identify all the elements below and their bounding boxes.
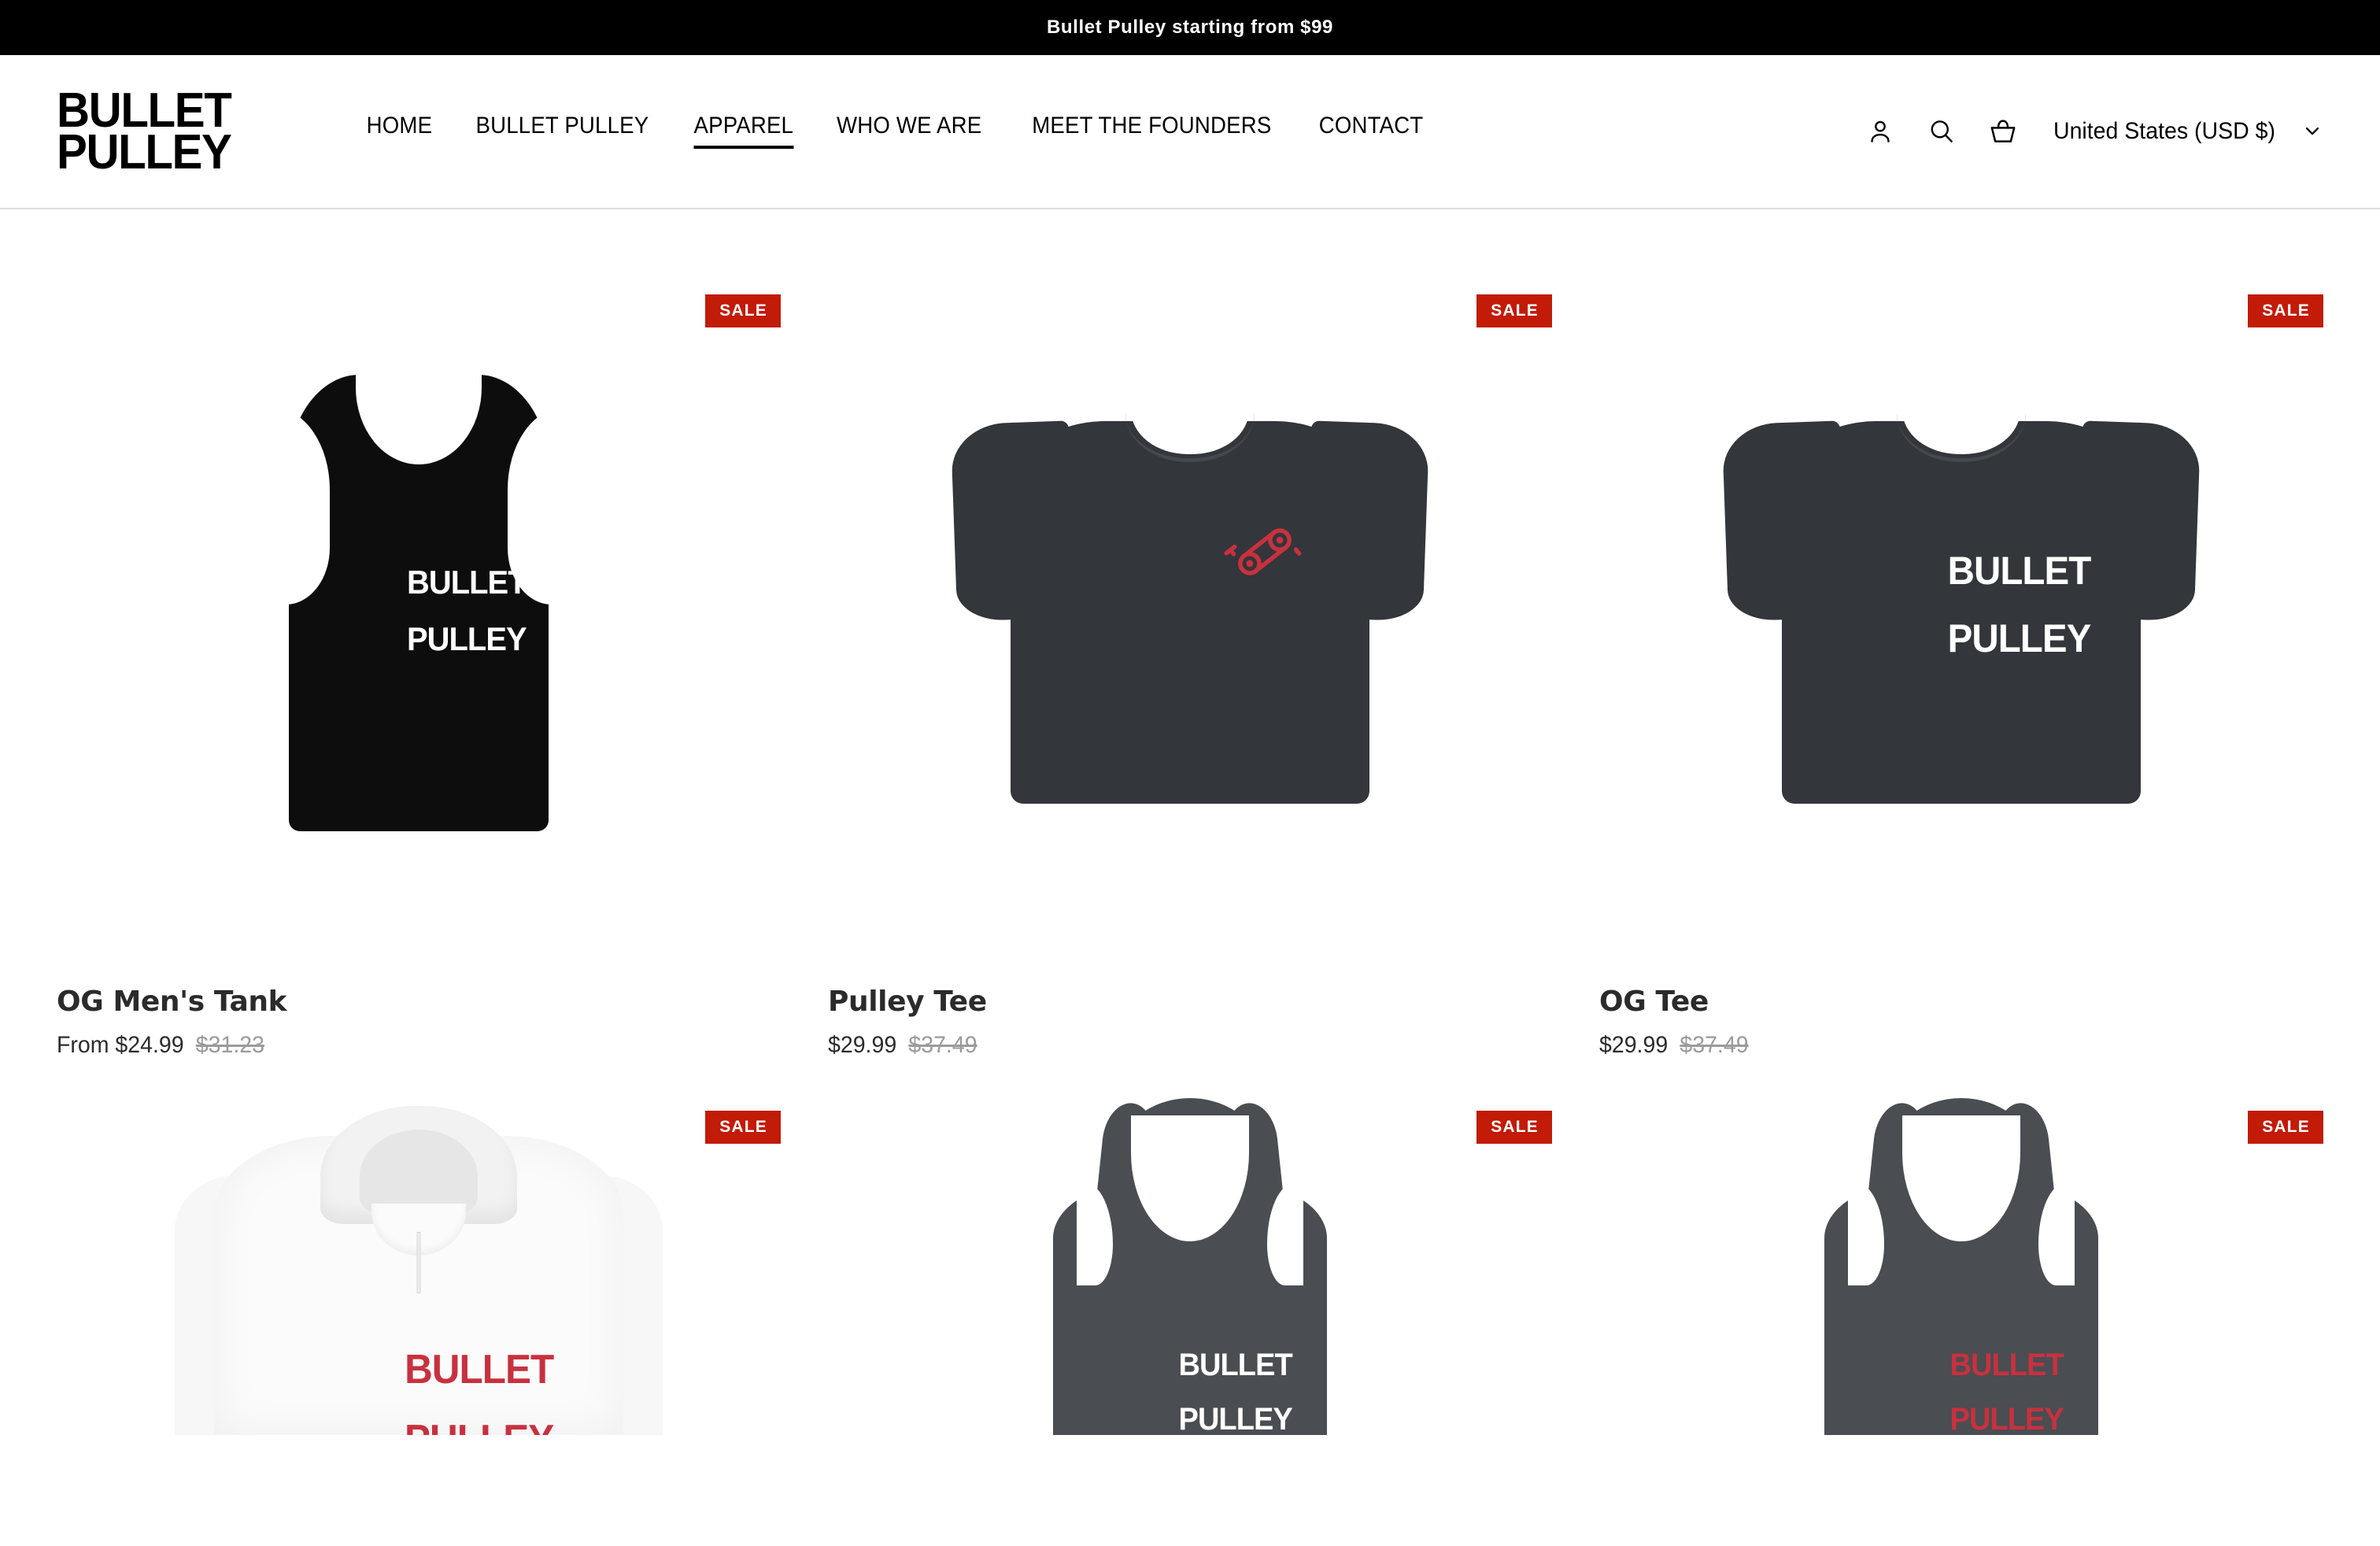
- garment-print-line-2: PULLEY: [405, 1417, 554, 1435]
- currency-selector[interactable]: United States (USD $): [2047, 118, 2323, 145]
- status-badge: SALE: [2248, 294, 2323, 327]
- garment-print-line-2: PULLEY: [406, 620, 527, 658]
- product-media: SALE: [828, 257, 1552, 949]
- garment-hoodie-white: BULLET PULLEY: [175, 1089, 663, 1435]
- main-navigation: HOME BULLET PULLEY APPAREL WHO WE ARE ME…: [364, 114, 1428, 149]
- nav-item-contact[interactable]: CONTACT: [1319, 114, 1424, 149]
- site-header: BULLET PULLEY HOME BULLET PULLEY APPAREL…: [0, 55, 2380, 209]
- currency-selector-label: United States (USD $): [2053, 118, 2276, 144]
- product-price: From $24.99: [57, 1032, 184, 1058]
- product-media: SALE BULLET PULLEY: [57, 1073, 781, 1435]
- product-compare-price: $37.49: [908, 1032, 978, 1058]
- nav-item-apparel[interactable]: APPAREL: [693, 114, 793, 149]
- product-card[interactable]: SALE BULLET PULLEY: [828, 1073, 1552, 1449]
- product-card[interactable]: SALE BULLET PULLEY OG Tee $29.99 $37.49: [1599, 257, 2323, 1073]
- product-compare-price: $37.49: [1680, 1032, 1749, 1058]
- product-card[interactable]: SALE Pulley Tee $29.99 $37.49: [828, 257, 1552, 1073]
- chevron-down-icon: [2301, 120, 2323, 144]
- garment-racerback-grey: BULLET PULLEY: [1025, 1089, 1355, 1435]
- status-badge: SALE: [1476, 294, 1552, 327]
- collection-main: SALE BULLET PULLEY OG Men's Tank From $2…: [0, 209, 2380, 1449]
- status-badge: SALE: [705, 294, 781, 327]
- logo-line-2: PULLEY: [57, 125, 232, 179]
- product-media: SALE BULLET PULLEY: [1599, 257, 2323, 949]
- account-icon[interactable]: [1863, 114, 1898, 149]
- product-title: OG Men's Tank: [57, 986, 287, 1018]
- product-media: SALE BULLET PULLEY: [828, 1073, 1552, 1435]
- site-logo[interactable]: BULLET PULLEY: [57, 86, 301, 179]
- announcement-text: Bullet Pulley starting from $99: [1046, 17, 1334, 38]
- product-card[interactable]: SALE BULLET PULLEY OG Men's Tank From $2…: [57, 257, 781, 1073]
- garment-print-line-1: BULLET: [406, 564, 527, 601]
- garment-print-line-2: PULLEY: [1949, 1402, 2064, 1435]
- product-price: $29.99: [1599, 1032, 1669, 1058]
- garment-tee-grey: BULLET PULLEY: [1721, 402, 2201, 804]
- header-actions: United States (USD $): [1863, 114, 2323, 149]
- status-badge: SALE: [705, 1111, 781, 1144]
- product-price-row: From $24.99 $31.23: [57, 1032, 745, 1059]
- garment-tee-grey: [950, 402, 1430, 804]
- garment-print-line-2: PULLEY: [1178, 1402, 1293, 1435]
- product-price-row: $29.99 $37.49: [1599, 1032, 2287, 1059]
- search-icon[interactable]: [1924, 114, 1959, 149]
- product-compare-price: $31.23: [195, 1032, 264, 1058]
- nav-item-bullet-pulley[interactable]: BULLET PULLEY: [475, 114, 649, 149]
- product-grid: SALE BULLET PULLEY OG Men's Tank From $2…: [57, 209, 2323, 1449]
- garment-tank-black: BULLET PULLEY: [273, 372, 564, 831]
- garment-print-line-2: PULLEY: [1947, 616, 2092, 660]
- product-card[interactable]: SALE BULLET PULLEY: [1599, 1073, 2323, 1449]
- product-media: SALE BULLET PULLEY: [57, 257, 781, 949]
- announcement-bar: Bullet Pulley starting from $99: [0, 0, 2380, 55]
- product-price-row: $29.99 $37.49: [828, 1032, 1516, 1059]
- garment-print-line-1: BULLET: [1949, 1348, 2064, 1383]
- product-card[interactable]: SALE BULLET PULLEY: [57, 1073, 781, 1449]
- product-title: Pulley Tee: [828, 986, 987, 1018]
- nav-item-meet-the-founders[interactable]: MEET THE FOUNDERS: [1032, 114, 1271, 149]
- garment-print-line-1: BULLET: [1178, 1348, 1293, 1383]
- product-media: SALE BULLET PULLEY: [1599, 1073, 2323, 1435]
- nav-item-who-we-are[interactable]: WHO WE ARE: [837, 114, 981, 149]
- garment-print-line-1: BULLET: [1947, 549, 2092, 593]
- product-title: OG Tee: [1599, 986, 1709, 1018]
- status-badge: SALE: [2248, 1111, 2323, 1144]
- product-price: $29.99: [828, 1032, 897, 1058]
- pulley-logo-icon: [1221, 509, 1308, 599]
- garment-print-line-1: BULLET: [405, 1346, 554, 1393]
- nav-item-home[interactable]: HOME: [367, 114, 433, 149]
- cart-icon[interactable]: [1986, 114, 2020, 149]
- garment-racerback-grey: BULLET PULLEY: [1796, 1089, 2127, 1435]
- status-badge: SALE: [1476, 1111, 1552, 1144]
